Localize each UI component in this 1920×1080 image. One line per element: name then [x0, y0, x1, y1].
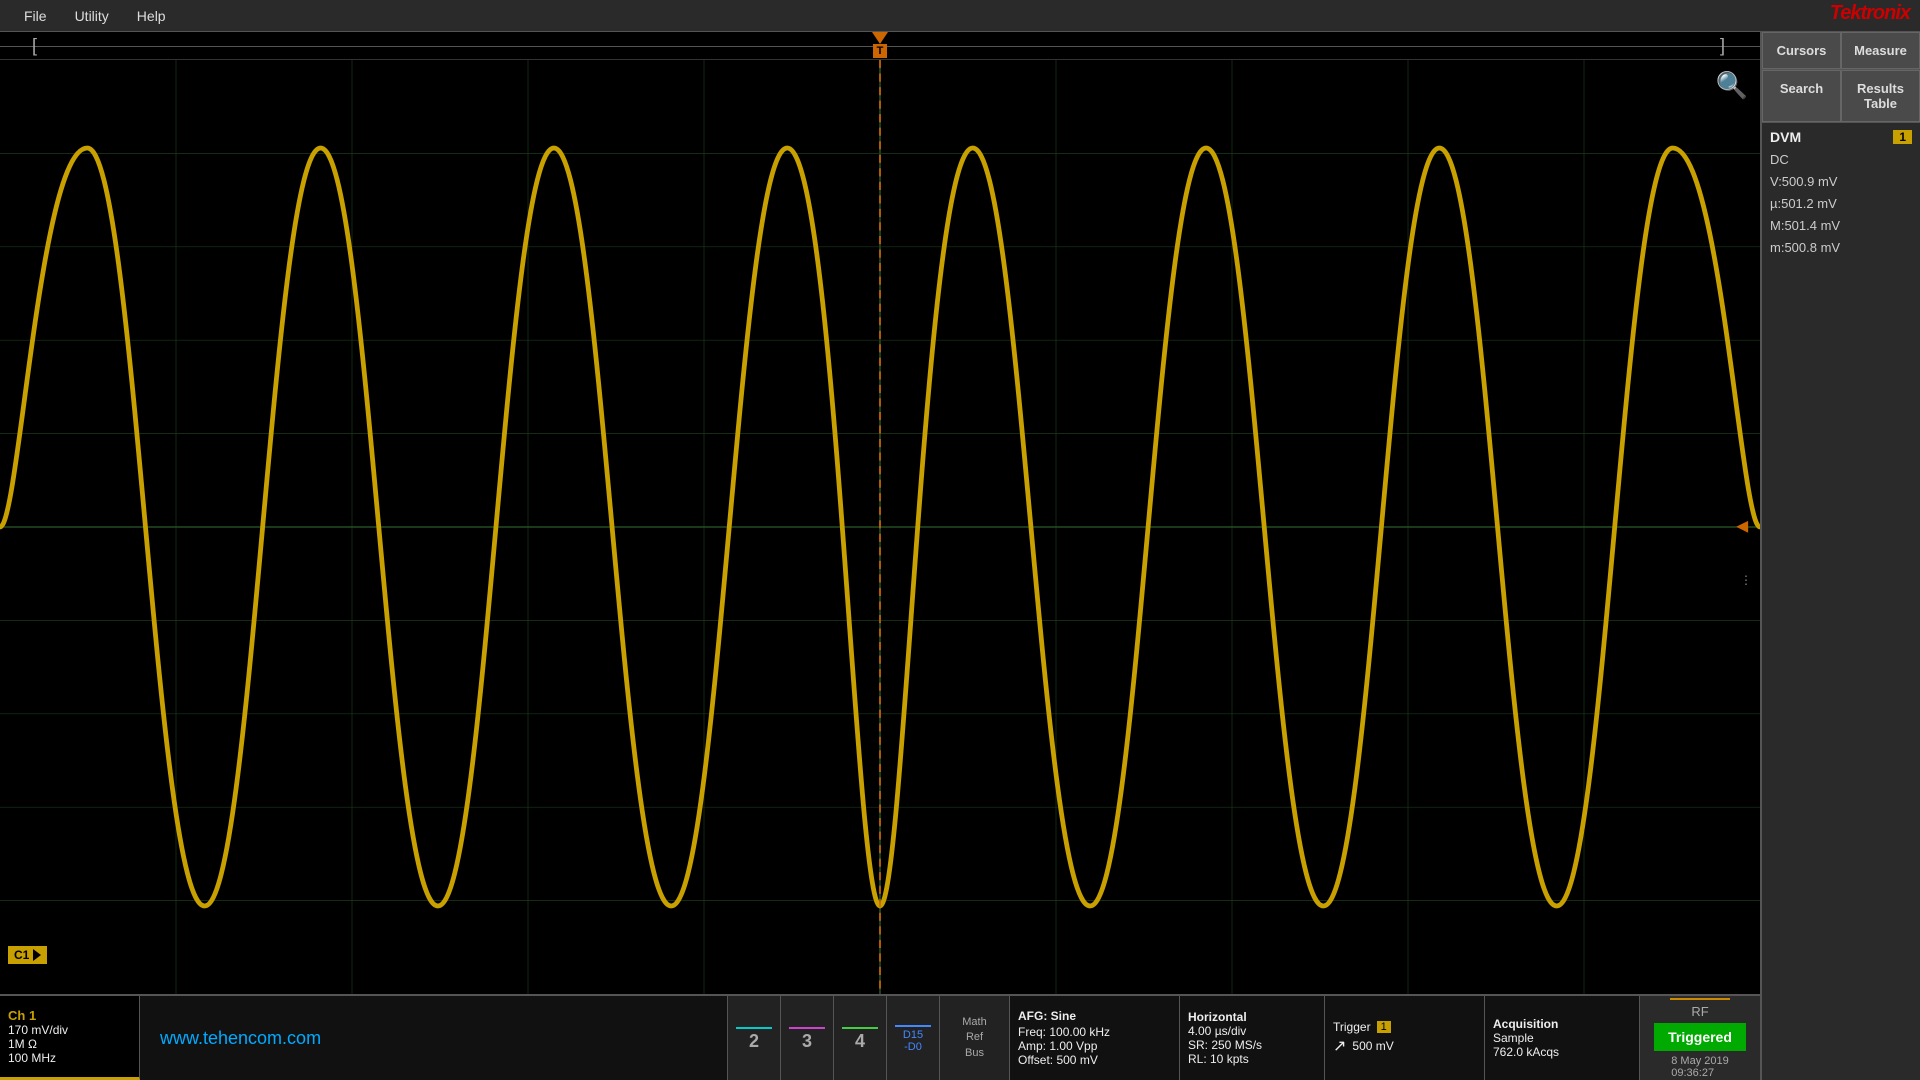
search-results-buttons: Search Results Table	[1762, 70, 1920, 123]
scope-area: [ ] T	[0, 32, 1760, 1080]
trigger-t-label: T	[873, 44, 888, 58]
rf-triggered-section: RF Triggered 8 May 2019 09:36:27	[1640, 996, 1760, 1080]
ch4-num: 4	[855, 1031, 865, 1052]
horizontal-info-section[interactable]: Horizontal 4.00 µs/div SR: 250 MS/s RL: …	[1180, 996, 1325, 1080]
trigger-info-badge: 1	[1377, 1021, 1391, 1033]
trigger-marker: T	[872, 32, 888, 58]
dvm-mode: DC	[1770, 149, 1912, 171]
time-text: 09:36:27	[1671, 1067, 1728, 1079]
dvm-title: DVM	[1770, 129, 1801, 145]
trigger-bar: [ ] T	[0, 32, 1760, 60]
afg-title: AFG: Sine	[1018, 1009, 1171, 1023]
d15d0-stub[interactable]: D15-D0	[887, 996, 940, 1080]
ref-label: Ref	[966, 1030, 983, 1045]
ch4-stub[interactable]: 4	[834, 996, 887, 1080]
ch1-name: Ch 1	[8, 1008, 131, 1023]
dvm-badge: 1	[1893, 130, 1912, 144]
trigger-bracket-left: [	[32, 35, 37, 56]
menu-file[interactable]: File	[10, 4, 61, 28]
menu-utility[interactable]: Utility	[61, 4, 123, 28]
menu-help[interactable]: Help	[123, 4, 180, 28]
trigger-level: 500 mV	[1352, 1039, 1393, 1053]
ch1-label: C1	[8, 946, 47, 964]
afg-amp: Amp: 1.00 Vpp	[1018, 1039, 1171, 1053]
trigger-info-section[interactable]: Trigger 1 ↗ 500 mV	[1325, 996, 1485, 1080]
website-section: www.tehencom.com	[140, 996, 728, 1080]
horizontal-record-length: RL: 10 kpts	[1188, 1052, 1316, 1066]
dvm-v: V:500.9 mV	[1770, 171, 1912, 193]
afg-info-section[interactable]: AFG: Sine Freq: 100.00 kHz Amp: 1.00 Vpp…	[1010, 996, 1180, 1080]
math-label: Math	[962, 1015, 986, 1030]
main-area: [ ] T	[0, 32, 1920, 1080]
waveform-svg	[0, 60, 1760, 994]
ch2-stub[interactable]: 2	[728, 996, 781, 1080]
rf-label: RF	[1691, 1004, 1708, 1019]
ch3-num: 3	[802, 1031, 812, 1052]
math-ref-bus-section[interactable]: Math Ref Bus	[940, 996, 1010, 1080]
horizontal-time-div: 4.00 µs/div	[1188, 1024, 1316, 1038]
three-dot-menu[interactable]: ⋮	[1740, 574, 1752, 586]
right-panel: Cursors Measure Search Results Table DVM…	[1760, 32, 1920, 1080]
acquisition-title: Acquisition	[1493, 1017, 1631, 1031]
tektronix-logo: Tektronix	[1830, 2, 1910, 25]
ch2-num: 2	[749, 1031, 759, 1052]
dvm-header: DVM 1	[1770, 129, 1912, 145]
horizontal-title: Horizontal	[1188, 1010, 1316, 1024]
acquisition-mode: Sample	[1493, 1031, 1631, 1045]
acquisition-info-section[interactable]: Acquisition Sample 762.0 kAcqs	[1485, 996, 1640, 1080]
results-table-button[interactable]: Results Table	[1841, 70, 1920, 122]
ch1-bandwidth: 100 MHz	[8, 1051, 131, 1065]
measure-button[interactable]: Measure	[1841, 32, 1920, 69]
datetime: 8 May 2019 09:36:27	[1671, 1055, 1728, 1079]
trigger-slope-icon: ↗	[1333, 1036, 1346, 1056]
dvm-section: DVM 1 DC V:500.9 mV µ:501.2 mV M:501.4 m…	[1762, 123, 1920, 1080]
afg-freq: Freq: 100.00 kHz	[1018, 1025, 1171, 1039]
date-text: 8 May 2019	[1671, 1055, 1728, 1067]
trigger-info-title: Trigger	[1333, 1020, 1371, 1034]
horizontal-sample-rate: SR: 250 MS/s	[1188, 1038, 1316, 1052]
ch1-text: C1	[14, 948, 29, 962]
menu-bar: File Utility Help Tektronix	[0, 0, 1920, 32]
waveform-container: ◄ ⋮ 🔍 C1	[0, 60, 1760, 994]
bus-label: Bus	[965, 1046, 984, 1061]
trigger-arrow-icon: ◄	[1732, 516, 1752, 539]
right-top-buttons: Cursors Measure	[1762, 32, 1920, 70]
dvm-mu: µ:501.2 mV	[1770, 193, 1912, 215]
ch3-stub[interactable]: 3	[781, 996, 834, 1080]
triggered-button[interactable]: Triggered	[1654, 1023, 1746, 1051]
ch1-arrow-icon	[33, 949, 41, 961]
d15d0-line	[895, 1025, 931, 1027]
dvm-m-upper: M:501.4 mV	[1770, 215, 1912, 237]
acquisition-acqs: 762.0 kAcqs	[1493, 1045, 1631, 1059]
dvm-m-lower: m:500.8 mV	[1770, 237, 1912, 259]
search-button[interactable]: Search	[1762, 70, 1841, 122]
ch3-line	[789, 1027, 825, 1029]
trigger-triangle-icon	[872, 32, 888, 44]
rf-line	[1670, 998, 1730, 1000]
ch1-info-section[interactable]: Ch 1 170 mV/div 1M Ω 100 MHz	[0, 996, 140, 1080]
ch1-vdiv: 170 mV/div	[8, 1023, 131, 1037]
bottom-bar: Ch 1 170 mV/div 1M Ω 100 MHz www.tehenco…	[0, 994, 1760, 1080]
d15d0-label: D15-D0	[903, 1029, 923, 1053]
website-text: www.tehencom.com	[160, 1028, 719, 1049]
ch1-impedance: 1M Ω	[8, 1037, 131, 1051]
ch4-line	[842, 1027, 878, 1029]
magnifier-icon[interactable]: 🔍	[1716, 70, 1748, 101]
afg-offset: Offset: 500 mV	[1018, 1053, 1171, 1067]
trigger-bracket-right: ]	[1720, 35, 1725, 56]
cursors-button[interactable]: Cursors	[1762, 32, 1841, 69]
ch2-line	[736, 1027, 772, 1029]
